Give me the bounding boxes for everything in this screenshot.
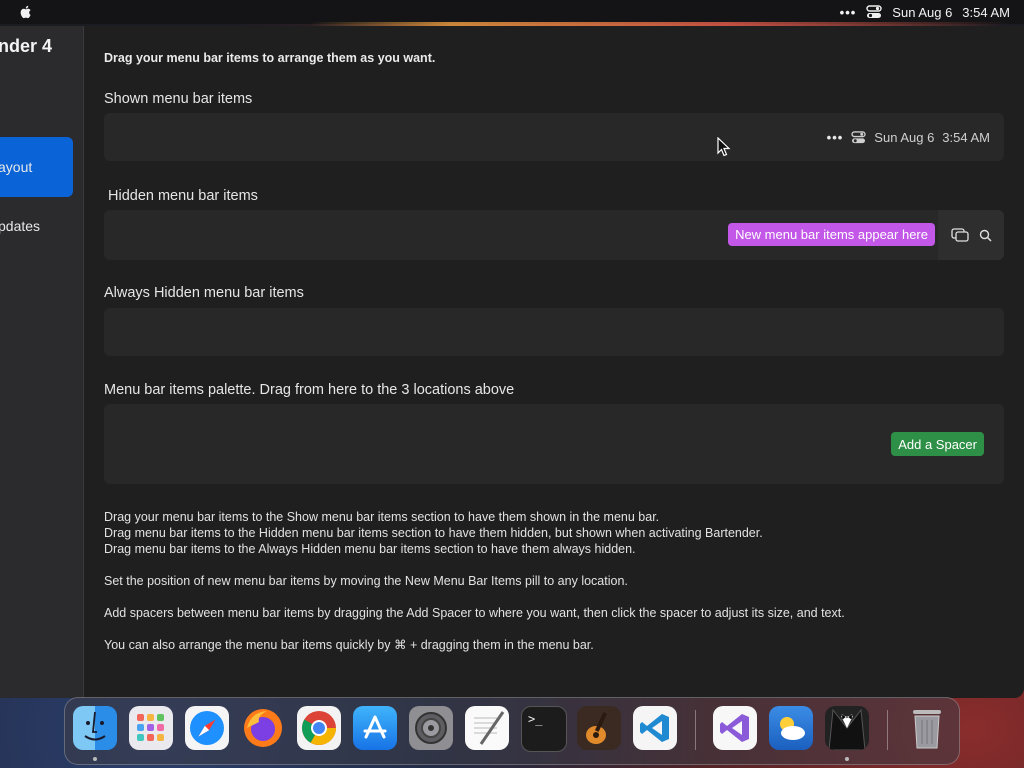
description-line: Set the position of new menu bar items b… — [104, 574, 628, 588]
more-dots-icon[interactable]: ••• — [840, 5, 857, 20]
always-hidden-section-title: Always Hidden menu bar items — [104, 285, 304, 301]
menu-bar: ••• Sun Aug 6 3:54 AM — [0, 0, 1024, 24]
intro-text: Drag your menu bar items to arrange them… — [104, 51, 436, 65]
shown-section-title: Shown menu bar items — [104, 91, 253, 107]
textedit-icon[interactable] — [465, 706, 509, 750]
more-dots-icon[interactable]: ••• — [827, 130, 844, 145]
visual-studio-icon[interactable] — [713, 706, 757, 750]
main-content: Drag your menu bar items to arrange them… — [84, 26, 1024, 698]
weather-icon[interactable] — [769, 706, 813, 750]
vscode-icon[interactable] — [633, 706, 677, 750]
description-line: You can also arrange the menu bar items … — [104, 638, 594, 652]
trash-icon[interactable] — [905, 706, 949, 750]
dock-separator — [695, 710, 696, 750]
dock-separator — [887, 710, 888, 750]
control-center-icon[interactable] — [851, 130, 866, 144]
control-center-icon[interactable] — [866, 5, 882, 19]
description-line: Drag menu bar items to the Hidden menu b… — [104, 526, 763, 540]
apple-logo-icon[interactable] — [18, 4, 34, 20]
description-line: Drag menu bar items to the Always Hidden… — [104, 542, 636, 556]
finder-icon[interactable] — [73, 706, 117, 750]
description-line: Add spacers between menu bar items by dr… — [104, 606, 845, 620]
sidebar: nder 4 ayout pdates — [0, 26, 84, 698]
palette-area[interactable]: Add a Spacer — [104, 404, 1004, 484]
launchpad-icon[interactable] — [129, 706, 173, 750]
mouse-cursor-icon — [717, 137, 731, 157]
shown-items-area[interactable]: ••• Sun Aug 6 3:54 AM — [104, 113, 1004, 161]
system-settings-icon[interactable] — [409, 706, 453, 750]
sidebar-item-updates[interactable]: pdates — [0, 196, 73, 256]
description-line: Drag your menu bar items to the Show men… — [104, 510, 660, 524]
firefox-icon[interactable] — [241, 706, 285, 750]
sidebar-item-label: ayout — [0, 159, 33, 175]
hidden-section-title: Hidden menu bar items — [108, 188, 258, 204]
safari-icon[interactable] — [185, 706, 229, 750]
sidebar-item-layout[interactable]: ayout — [0, 137, 73, 197]
app-title: nder 4 — [0, 36, 53, 56]
clock-item-date[interactable]: Sun Aug 6 — [874, 130, 934, 145]
running-indicator — [93, 757, 97, 761]
window-overlap-icon[interactable] — [950, 228, 969, 242]
terminal-icon[interactable]: >_ — [521, 706, 567, 752]
hidden-items-area[interactable]: New menu bar items appear here — [104, 210, 1004, 260]
running-indicator — [845, 757, 849, 761]
always-hidden-items-area[interactable] — [104, 308, 1004, 356]
menubar-date[interactable]: Sun Aug 6 — [892, 5, 952, 20]
new-items-pill[interactable]: New menu bar items appear here — [728, 223, 935, 246]
garageband-icon[interactable] — [577, 706, 621, 750]
clock-item-time[interactable]: 3:54 AM — [942, 130, 990, 145]
add-spacer-button[interactable]: Add a Spacer — [891, 432, 984, 456]
bartender-window: nder 4 ayout pdates Drag your menu bar i… — [0, 26, 1024, 698]
dock: >_ — [64, 697, 960, 765]
bartender-icon[interactable] — [825, 706, 869, 750]
palette-section-title: Menu bar items palette. Drag from here t… — [104, 382, 515, 398]
menubar-time[interactable]: 3:54 AM — [962, 5, 1010, 20]
chrome-icon[interactable] — [297, 706, 341, 750]
search-icon[interactable] — [979, 229, 992, 242]
sidebar-item-label: pdates — [0, 218, 41, 234]
app-store-icon[interactable] — [353, 706, 397, 750]
